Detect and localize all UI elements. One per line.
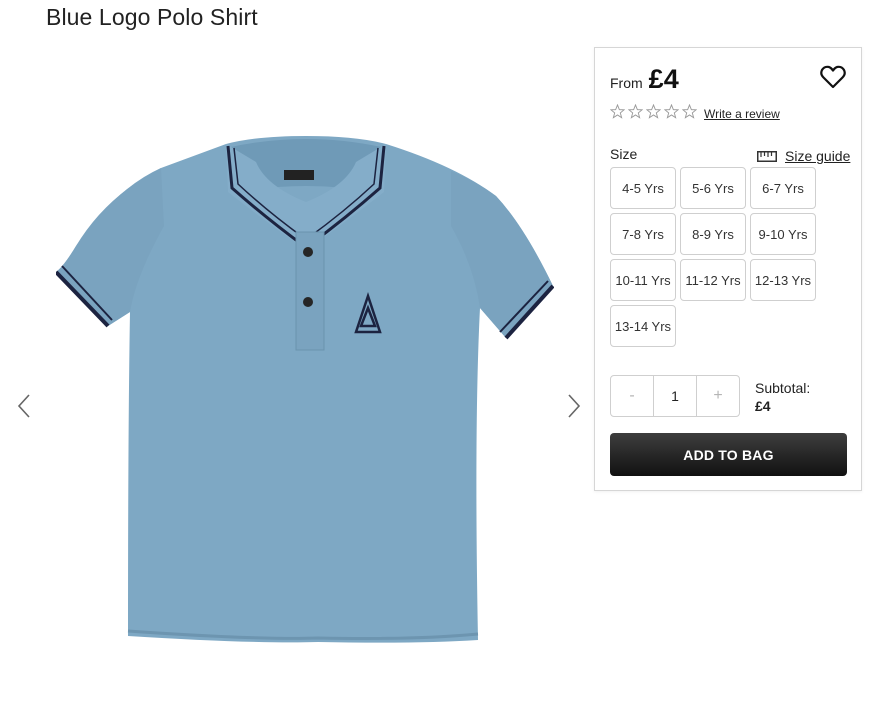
subtotal-value: £4 (755, 398, 771, 414)
quantity-decrease-button[interactable]: - (611, 376, 653, 416)
size-guide-link[interactable]: Size guide (757, 148, 850, 164)
star-outline-icon (664, 104, 679, 119)
size-option[interactable]: 11-12 Yrs (680, 259, 746, 301)
price: £4 (648, 64, 679, 94)
write-review-link[interactable]: Write a review (704, 107, 780, 121)
size-option[interactable]: 12-13 Yrs (750, 259, 816, 301)
from-label: From (610, 75, 643, 91)
product-image-gallery (0, 40, 594, 721)
previous-image-button[interactable] (14, 392, 34, 420)
subtotal: Subtotal: £4 (755, 379, 810, 415)
purchase-panel: From £4 Write a review Size Size guide 4… (594, 47, 862, 491)
ruler-icon (757, 150, 777, 162)
add-to-bag-button[interactable]: ADD TO BAG (610, 433, 847, 476)
next-image-button[interactable] (564, 392, 584, 420)
chevron-left-icon (17, 394, 30, 418)
size-option[interactable]: 13-14 Yrs (610, 305, 676, 347)
size-option[interactable]: 6-7 Yrs (750, 167, 816, 209)
size-option[interactable]: 5-6 Yrs (680, 167, 746, 209)
heart-icon (820, 65, 846, 89)
size-option[interactable]: 8-9 Yrs (680, 213, 746, 255)
size-option[interactable]: 9-10 Yrs (750, 213, 816, 255)
star-outline-icon (682, 104, 697, 119)
rating-stars (610, 104, 700, 124)
star-outline-icon (628, 104, 643, 119)
size-option[interactable]: 10-11 Yrs (610, 259, 676, 301)
quantity-stepper: - 1 + (610, 375, 740, 417)
size-option[interactable]: 4-5 Yrs (610, 167, 676, 209)
size-option[interactable]: 7-8 Yrs (610, 213, 676, 255)
product-title: Blue Logo Polo Shirt (46, 4, 258, 30)
chevron-right-icon (568, 394, 581, 418)
size-label: Size (610, 146, 638, 162)
star-outline-icon (646, 104, 661, 119)
star-outline-icon (610, 104, 625, 119)
quantity-increase-button[interactable]: + (697, 376, 739, 416)
wishlist-button[interactable] (820, 65, 846, 89)
price-row: From £4 (610, 64, 679, 95)
subtotal-label: Subtotal: (755, 380, 811, 396)
quantity-input[interactable]: 1 (653, 376, 697, 416)
size-guide-text: Size guide (785, 148, 851, 164)
rating-row: Write a review (610, 104, 780, 124)
product-image (56, 136, 554, 643)
